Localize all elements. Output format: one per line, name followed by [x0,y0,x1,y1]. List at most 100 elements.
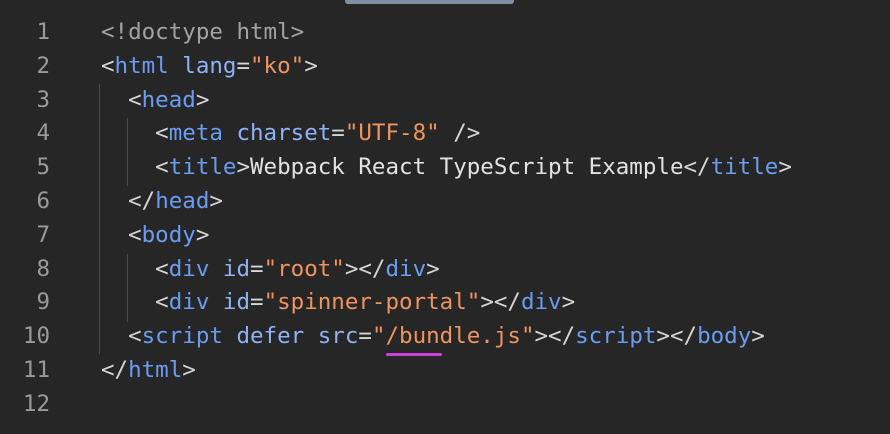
token-punct: > [304,52,318,79]
token-punct: = [236,52,251,79]
token-tag: div [168,255,210,282]
code-line[interactable]: 9 <div id="spinner-portal"></div> [0,285,890,319]
line-number[interactable]: 9 [0,285,50,319]
token-punct: ></ [534,323,576,350]
token-punct [223,120,237,146]
line-number[interactable]: 10 [0,319,50,353]
token-tag: title [710,154,779,181]
token-punct [223,323,237,349]
line-number[interactable]: 12 [0,387,50,421]
token-tag: div [520,289,562,316]
line-number[interactable]: 1 [0,15,50,49]
code-line[interactable]: 1 <!doctype html> [0,15,890,49]
token-tag: html [128,357,183,383]
code-line[interactable]: 5 <title>Webpack React TypeScript Exampl… [0,150,890,184]
token-punct: ></ [344,255,386,282]
token-punct: < [101,52,115,79]
line-number[interactable]: 6 [0,184,50,218]
token-str: "spinner-portal" [263,289,481,316]
token-punct: < [101,289,169,316]
lint-warning-underline[interactable] [386,353,442,356]
token-tag: meta [168,120,223,147]
code-line[interactable]: 7 <body> [0,218,890,252]
line-number[interactable]: 8 [0,252,50,286]
token-punct: </ [101,188,156,214]
code-line[interactable]: 3 <head> [0,83,890,117]
line-code: <script defer src="/bundle.js"></script>… [101,319,765,353]
token-tag: head [141,86,196,113]
token-punct: > [195,86,210,113]
line-code: <head> [101,83,209,117]
token-attr: lang [182,52,237,79]
code-line[interactable]: 8 <div id="root"></div> [0,252,890,286]
token-punct [209,256,223,282]
code-line[interactable]: 4 <meta charset="UTF-8" /> [0,116,890,150]
token-punct: > [778,154,792,181]
code-line[interactable]: 2 <html lang="ko"> [0,49,890,83]
line-number[interactable]: 3 [0,83,50,117]
token-text: Webpack React TypeScript Example [250,154,684,181]
token-tag: body [141,221,196,248]
line-number[interactable]: 4 [0,116,50,150]
code-line[interactable]: 12 [0,387,890,421]
token-punct: </ [101,357,129,383]
line-number[interactable]: 11 [0,353,50,387]
token-punct: < [101,323,142,350]
line-code: </head> [101,184,223,218]
token-punct [169,53,183,79]
code-editor[interactable]: 1 <!doctype html> 2 <html lang="ko"> 3 <head… [0,0,890,434]
token-punct: < [101,154,169,181]
token-punct: = [250,255,264,282]
token-tag: script [141,323,223,350]
line-code: <body> [101,218,209,252]
token-tag: head [155,188,210,214]
token-punct: > [561,289,576,316]
token-punct: < [101,221,142,248]
token-attr: defer [236,323,305,350]
token-tag: div [385,255,427,282]
token-punct: ></ [480,289,521,316]
token-punct: < [101,86,142,113]
line-number[interactable]: 7 [0,218,50,252]
token-attr: id [222,289,251,316]
line-code: <html lang="ko"> [101,49,318,83]
token-punct: > [195,221,210,248]
line-code: <div id="spinner-portal"></div> [101,285,575,319]
token-punct: > [182,357,196,383]
token-punct: > [209,188,223,214]
code-line[interactable]: 10 <script defer src="/bundle.js"></scri… [0,319,890,353]
token-punct: < [101,255,169,282]
token-tag: div [168,289,210,316]
token-punct [209,289,223,315]
line-number[interactable]: 5 [0,150,50,184]
token-tag: body [697,323,752,350]
token-str: "ko" [250,52,305,79]
line-code: <title>Webpack React TypeScript Example<… [101,150,792,184]
token-attr: src [317,323,359,350]
token-punct: > [751,323,765,350]
token-attr: charset [236,120,332,147]
token-punct: = [331,120,345,147]
line-code: <!doctype html> [101,15,304,49]
token-attr: id [222,255,251,282]
active-tab-indicator [345,0,514,4]
line-code: <div id="root"></div> [101,252,440,286]
token-punct: > [426,255,440,282]
line-code: </html> [101,353,196,387]
token-str: "/bundle.js" [371,323,535,350]
token-punct: = [358,323,372,350]
token-punct: </ [683,154,711,181]
token-punct [304,323,318,349]
line-number[interactable]: 2 [0,49,50,83]
token-punct: /> [439,120,481,147]
token-tag: title [168,154,237,181]
token-punct: ></ [656,323,698,350]
token-punct: < [101,120,169,147]
token-tag: script [575,323,657,350]
token-tag: html [114,52,169,79]
token-punct: = [250,289,264,316]
code-line[interactable]: 6 </head> [0,184,890,218]
token-punct: > [236,154,251,181]
token-str: "UTF-8" [344,120,440,147]
code-line[interactable]: 11 </html> [0,353,890,387]
